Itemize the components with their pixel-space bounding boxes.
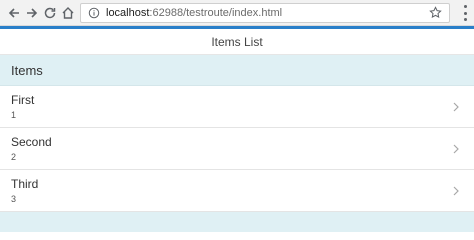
reload-button[interactable] <box>41 4 59 22</box>
list-item[interactable]: Third 3 <box>0 170 474 212</box>
chevron-right-icon <box>453 186 459 196</box>
list-item[interactable]: Second 2 <box>0 128 474 170</box>
page-title: Items List <box>0 29 474 55</box>
arrow-left-icon <box>8 8 19 18</box>
list-item-subtitle: 1 <box>11 110 17 120</box>
list-item-subtitle: 3 <box>11 194 17 204</box>
list-item-subtitle: 2 <box>11 152 17 162</box>
url-path: :62988/testroute/index.html <box>149 7 283 19</box>
bookmark-star-icon[interactable] <box>429 6 443 20</box>
home-icon <box>62 7 74 19</box>
home-button[interactable] <box>59 4 77 22</box>
list-item[interactable]: First 1 <box>0 86 474 128</box>
forward-button[interactable] <box>23 4 41 22</box>
reload-icon <box>44 7 56 19</box>
list-divider: Items <box>0 55 474 86</box>
chevron-right-icon <box>453 144 459 154</box>
address-bar[interactable]: localhost:62988/testroute/index.html <box>80 3 450 23</box>
list-item-title: Third <box>11 177 39 191</box>
browser-menu-icon[interactable] <box>462 5 468 21</box>
arrow-right-icon <box>27 8 38 18</box>
browser-toolbar: localhost:62988/testroute/index.html <box>0 0 474 26</box>
list-item-title: Second <box>11 135 52 149</box>
back-button[interactable] <box>5 4 23 22</box>
list-item-title: First <box>11 93 35 107</box>
url-text: localhost:62988/testroute/index.html <box>106 7 282 19</box>
info-icon[interactable] <box>87 6 101 20</box>
app-page: Items List Items First 1 Second 2 Third … <box>0 26 474 232</box>
chevron-right-icon <box>453 102 459 112</box>
url-host: localhost <box>106 7 150 19</box>
list-footer <box>0 212 474 232</box>
